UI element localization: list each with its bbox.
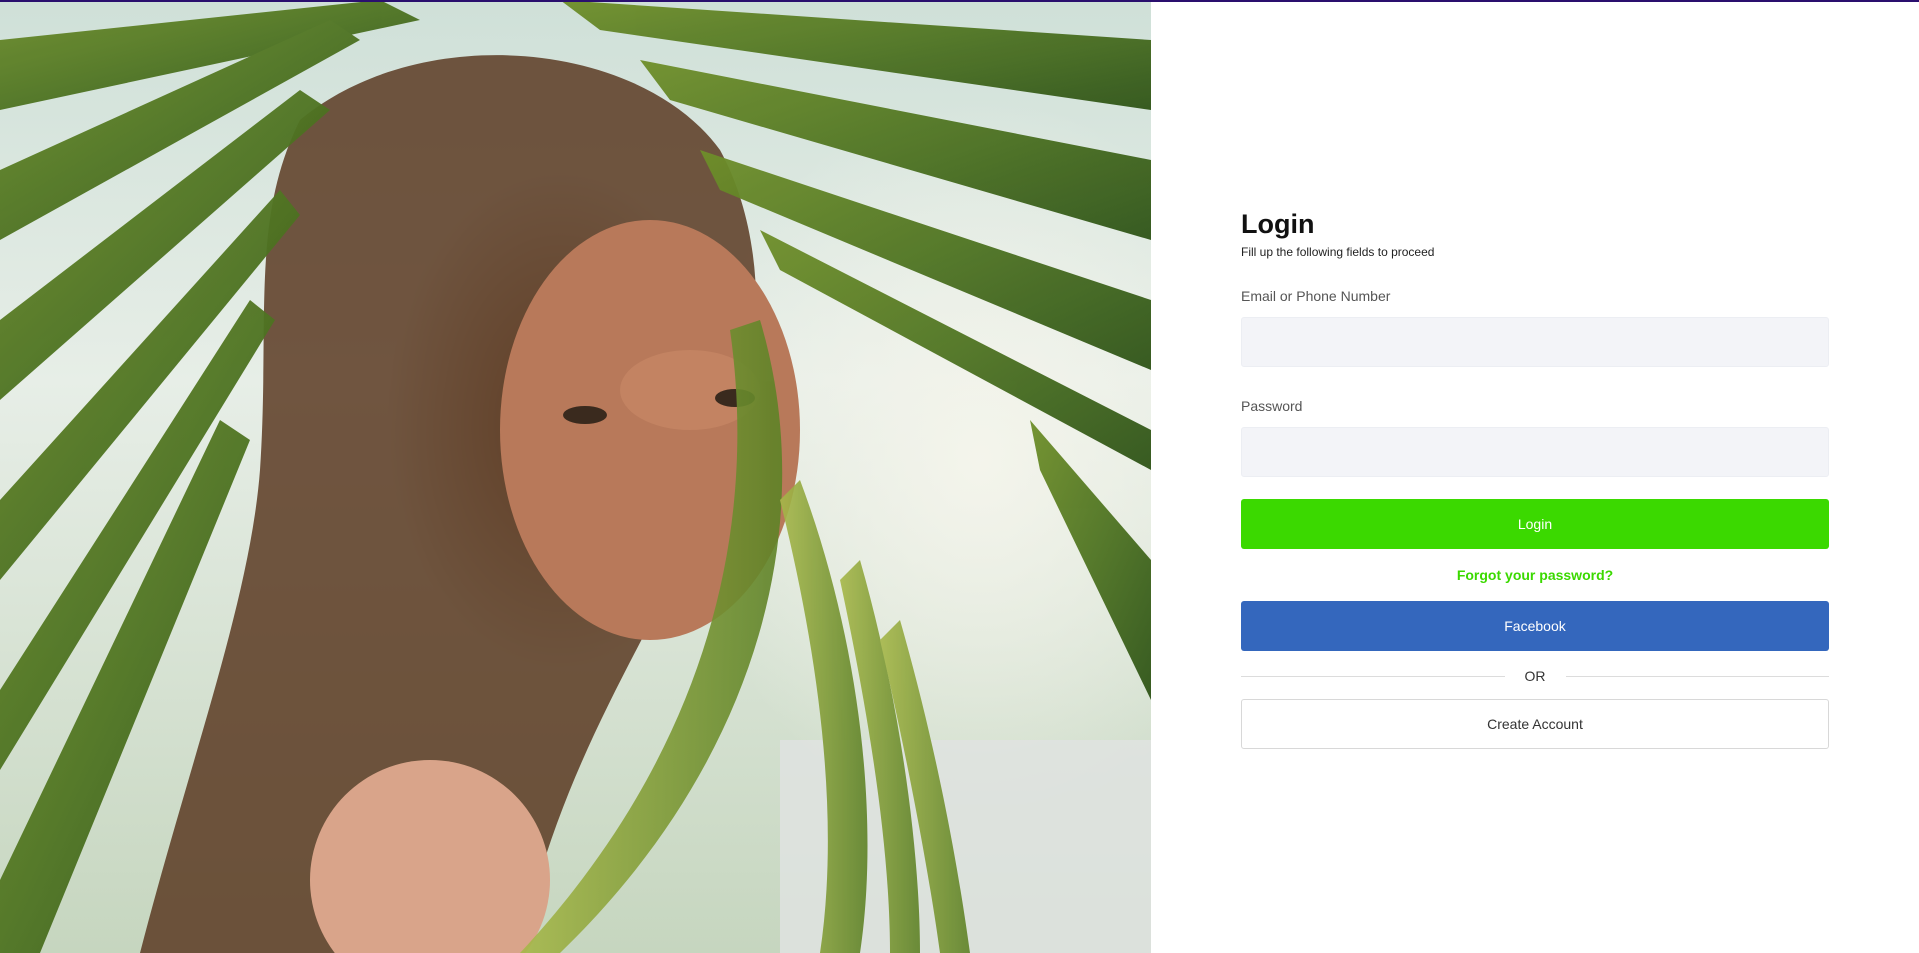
page-title: Login xyxy=(1241,209,1315,239)
forgot-password-link[interactable]: Forgot your password? xyxy=(1241,566,1829,584)
create-account-button[interactable]: Create Account xyxy=(1241,699,1829,749)
divider-line-right xyxy=(1565,675,1829,677)
hero-photo xyxy=(0,0,1151,953)
login-button[interactable]: Login xyxy=(1241,499,1829,549)
facebook-login-button[interactable]: Facebook xyxy=(1241,601,1829,651)
top-accent-bar xyxy=(0,0,1919,2)
email-label: Email or Phone Number xyxy=(1241,288,1391,304)
or-divider: OR xyxy=(1241,667,1829,685)
page-subtitle: Fill up the following fields to proceed xyxy=(1241,245,1435,259)
password-field[interactable] xyxy=(1241,427,1829,477)
login-panel: Login Fill up the following fields to pr… xyxy=(1241,206,1829,749)
divider-line-left xyxy=(1241,675,1505,677)
email-field[interactable] xyxy=(1241,317,1829,367)
divider-label: OR xyxy=(1524,668,1546,684)
palm-leaves-illustration xyxy=(0,0,1151,953)
password-label: Password xyxy=(1241,398,1303,414)
